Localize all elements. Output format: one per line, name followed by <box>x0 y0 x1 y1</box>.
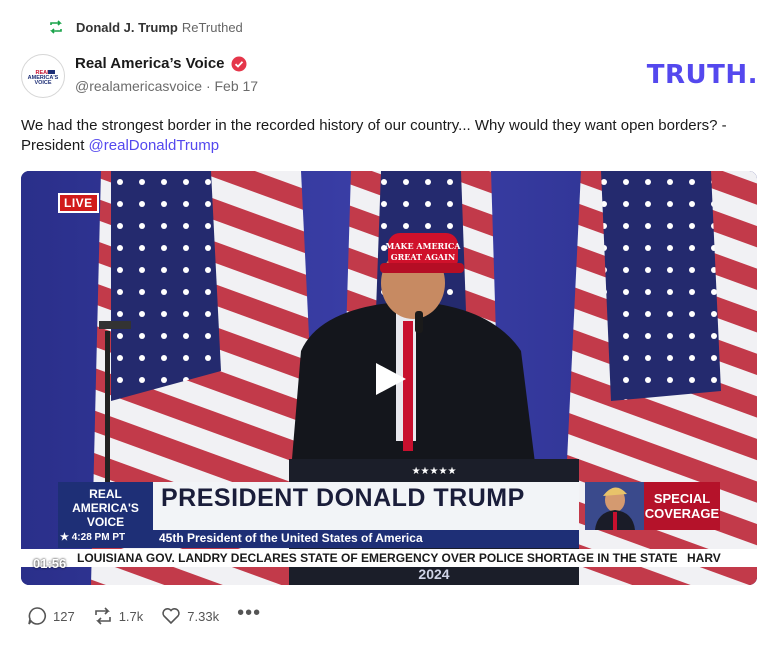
ticker-text: LOUISIANA GOV. LANDRY DECLARES STATE OF … <box>77 551 678 565</box>
more-icon[interactable]: ••• <box>237 603 261 623</box>
post-author: Real America’s Voice @realamericasvoice … <box>75 55 258 94</box>
avatar[interactable]: REAL AMERICA'S VOICE <box>21 54 65 98</box>
mention-link[interactable]: @realDonaldTrump <box>89 137 220 154</box>
play-icon[interactable] <box>372 361 408 397</box>
headline-text: PRESIDENT DONALD TRUMP <box>161 484 525 512</box>
truth-logo: TRUTH. <box>646 60 758 90</box>
retruth-button[interactable]: 1.7k <box>93 606 144 626</box>
video-player[interactable]: MAKE AMERICA GREAT AGAIN ★★★★★ 2024 LIVE… <box>21 171 757 585</box>
ticker-next: HARV <box>687 551 721 565</box>
speaker-portrait <box>585 482 644 530</box>
broadcast-time: ★ 4:28 PM PT <box>60 532 126 543</box>
svg-text:★★★★★: ★★★★★ <box>412 466 457 477</box>
retruth-header[interactable]: Donald J. Trump ReTruthed <box>48 19 243 35</box>
headline-box: PRESIDENT DONALD TRUMP <box>153 482 579 530</box>
verified-badge-icon <box>231 56 247 71</box>
author-handle[interactable]: @realamericasvoice <box>75 78 202 94</box>
heart-icon <box>162 608 180 625</box>
post-actions: 127 1.7k 7.33k ••• <box>27 603 279 626</box>
reply-count: 127 <box>53 608 75 624</box>
svg-text:MAKE AMERICA: MAKE AMERICA <box>385 241 461 251</box>
comment-icon <box>28 607 46 625</box>
network-logo: REAL AMERICA'S VOICE <box>58 482 153 530</box>
retruth-count: 1.7k <box>118 608 144 624</box>
post-text: We had the strongest border in the recor… <box>21 116 741 156</box>
author-name[interactable]: Real America’s Voice <box>75 55 225 72</box>
special-coverage-badge: SPECIAL COVERAGE <box>644 482 720 530</box>
avatar-logo: REAL AMERICA'S VOICE <box>27 69 59 86</box>
retruth-user[interactable]: Donald J. Trump <box>76 20 178 35</box>
video-duration: 01:56 <box>33 556 67 571</box>
svg-text:VOICE: VOICE <box>34 80 51 86</box>
podium-text: 2024 <box>418 566 449 582</box>
meta-separator: · <box>205 78 211 94</box>
subtitle-bar: ★ 4:28 PM PT 45th President of the Unite… <box>58 530 579 548</box>
post-date[interactable]: Feb 17 <box>215 78 259 94</box>
subtitle-text: 45th President of the United States of A… <box>159 531 423 545</box>
live-badge: LIVE <box>58 193 99 213</box>
news-ticker: LOUISIANA GOV. LANDRY DECLARES STATE OF … <box>21 549 757 567</box>
like-count: 7.33k <box>187 608 220 624</box>
reply-button[interactable]: 127 <box>27 606 75 626</box>
retruth-icon <box>50 20 62 34</box>
retruth-icon <box>94 607 111 625</box>
svg-text:GREAT AGAIN: GREAT AGAIN <box>391 252 455 262</box>
like-button[interactable]: 7.33k <box>161 606 219 626</box>
retruth-label: ReTruthed <box>181 19 243 35</box>
lower-third: REAL AMERICA'S VOICE PRESIDENT DONALD TR… <box>58 482 720 548</box>
